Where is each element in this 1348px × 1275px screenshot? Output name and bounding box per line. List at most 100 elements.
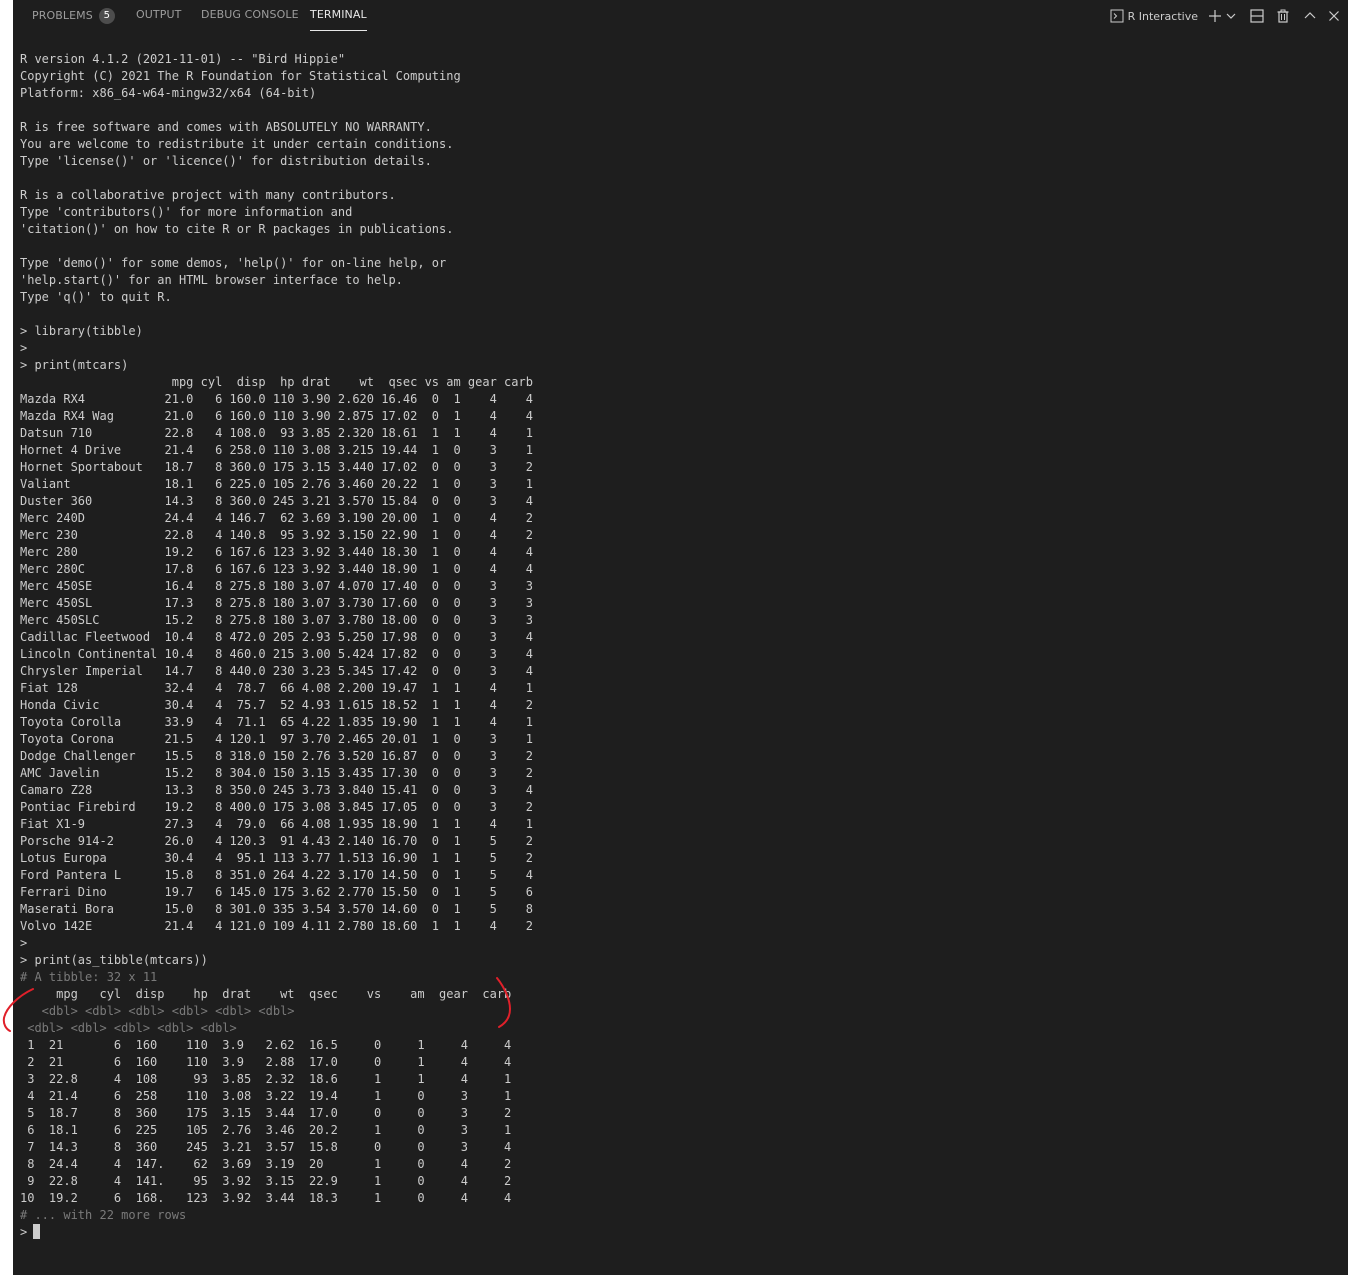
terminal-line: Merc 450SLC 15.2 8 275.8 180 3.07 3.780 … bbox=[20, 613, 533, 627]
terminal-line: > bbox=[20, 936, 28, 950]
close-panel-button[interactable] bbox=[1328, 10, 1340, 22]
terminal-icon bbox=[1110, 9, 1124, 23]
tab-debug-console[interactable]: DEBUG CONSOLE bbox=[201, 8, 299, 30]
close-icon bbox=[1329, 11, 1339, 21]
terminal-line: Hornet 4 Drive 21.4 6 258.0 110 3.08 3.2… bbox=[20, 443, 533, 457]
terminal-line: Merc 280C 17.8 6 167.6 123 3.92 3.440 18… bbox=[20, 562, 533, 576]
terminal-line: R version 4.1.2 (2021-11-01) -- "Bird Hi… bbox=[20, 52, 346, 66]
terminal-line: Duster 360 14.3 8 360.0 245 3.21 3.570 1… bbox=[20, 494, 533, 508]
terminal-line: Hornet Sportabout 18.7 8 360.0 175 3.15 … bbox=[20, 460, 533, 474]
terminal-line: Porsche 914-2 26.0 4 120.3 91 4.43 2.140… bbox=[20, 834, 533, 848]
prompt-line[interactable]: > bbox=[20, 1224, 1340, 1241]
split-terminal-button[interactable] bbox=[1250, 9, 1264, 23]
prompt-symbol: > bbox=[20, 1225, 28, 1239]
terminal-line: Merc 450SL 17.3 8 275.8 180 3.07 3.730 1… bbox=[20, 596, 533, 610]
maximize-panel-button[interactable] bbox=[1304, 10, 1316, 22]
terminal-line: Fiat X1-9 27.3 4 79.0 66 4.08 1.935 18.9… bbox=[20, 817, 533, 831]
terminal-name: R Interactive bbox=[1127, 9, 1198, 23]
tab-label: OUTPUT bbox=[136, 8, 182, 21]
terminal-line: > print(mtcars) bbox=[20, 358, 129, 372]
terminal-line: 'help.start()' for an HTML browser inter… bbox=[20, 273, 403, 287]
terminal-line: Mazda RX4 Wag 21.0 6 160.0 110 3.90 2.87… bbox=[20, 409, 533, 423]
panel-tab-bar: PROBLEMS 5 OUTPUT DEBUG CONSOLE TERMINAL … bbox=[13, 0, 1348, 32]
terminal-line: 2 21 6 160 110 3.9 2.88 17.0 0 1 4 4 bbox=[20, 1055, 512, 1069]
terminal-line: Chrysler Imperial 14.7 8 440.0 230 3.23 … bbox=[20, 664, 533, 678]
tab-terminal[interactable]: TERMINAL bbox=[310, 8, 367, 31]
terminal-line: # ... with 22 more rows bbox=[20, 1208, 187, 1222]
problems-count-badge: 5 bbox=[98, 8, 115, 24]
terminal-line: 4 21.4 6 258 110 3.08 3.22 19.4 1 0 3 1 bbox=[20, 1089, 512, 1103]
chevron-up-icon bbox=[1304, 12, 1316, 19]
terminal-line: > library(tibble) bbox=[20, 324, 143, 338]
terminal-line: R is a collaborative project with many c… bbox=[20, 188, 396, 202]
terminal-line: mpg cyl disp hp drat wt qsec vs am gear … bbox=[20, 375, 533, 389]
terminal-line: Ford Pantera L 15.8 8 351.0 264 4.22 3.1… bbox=[20, 868, 533, 882]
terminal-line: 6 18.1 6 225 105 2.76 3.46 20.2 1 0 3 1 bbox=[20, 1123, 512, 1137]
terminal-line: Merc 450SE 16.4 8 275.8 180 3.07 4.070 1… bbox=[20, 579, 533, 593]
terminal-line: Camaro Z28 13.3 8 350.0 245 3.73 3.840 1… bbox=[20, 783, 533, 797]
terminal-line: mpg cyl disp hp drat wt qsec vs am gear … bbox=[20, 987, 512, 1001]
terminal-output[interactable]: R version 4.1.2 (2021-11-01) -- "Bird Hi… bbox=[20, 51, 1340, 1241]
terminal-line: Type 'demo()' for some demos, 'help()' f… bbox=[20, 256, 447, 270]
terminal-line: 3 22.8 4 108 93 3.85 2.32 18.6 1 1 4 1 bbox=[20, 1072, 512, 1086]
terminal-line: Fiat 128 32.4 4 78.7 66 4.08 2.200 19.47… bbox=[20, 681, 533, 695]
terminal-line: Merc 240D 24.4 4 146.7 62 3.69 3.190 20.… bbox=[20, 511, 533, 525]
terminal-line: 8 24.4 4 147. 62 3.69 3.19 20 1 0 4 2 bbox=[20, 1157, 512, 1171]
terminal-line: <dbl> <dbl> <dbl> <dbl> <dbl> <dbl> bbox=[20, 1004, 295, 1018]
terminal-line: <dbl> <dbl> <dbl> <dbl> <dbl> bbox=[20, 1021, 237, 1035]
terminal-line: Lincoln Continental 10.4 8 460.0 215 3.0… bbox=[20, 647, 533, 661]
terminal-line: AMC Javelin 15.2 8 304.0 150 3.15 3.435 … bbox=[20, 766, 533, 780]
terminal-line: Merc 230 22.8 4 140.8 95 3.92 3.150 22.9… bbox=[20, 528, 533, 542]
terminal-panel: PROBLEMS 5 OUTPUT DEBUG CONSOLE TERMINAL … bbox=[13, 0, 1348, 1275]
terminal-line: Toyota Corona 21.5 4 120.1 97 3.70 2.465… bbox=[20, 732, 533, 746]
new-terminal-button[interactable] bbox=[1208, 9, 1222, 23]
terminal-line: Ferrari Dino 19.7 6 145.0 175 3.62 2.770… bbox=[20, 885, 533, 899]
terminal-line: Type 'q()' to quit R. bbox=[20, 290, 172, 304]
terminal-line: Maserati Bora 15.0 8 301.0 335 3.54 3.57… bbox=[20, 902, 533, 916]
terminal-line: Type 'license()' or 'licence()' for dist… bbox=[20, 154, 432, 168]
plus-icon bbox=[1209, 10, 1221, 22]
terminal-line: 9 22.8 4 141. 95 3.92 3.15 22.9 1 0 4 2 bbox=[20, 1174, 512, 1188]
terminal-line: # A tibble: 32 x 11 bbox=[20, 970, 158, 984]
tab-problems[interactable]: PROBLEMS 5 bbox=[32, 8, 115, 30]
terminal-selector[interactable]: R Interactive bbox=[1110, 9, 1198, 23]
terminal-line: Toyota Corolla 33.9 4 71.1 65 4.22 1.835… bbox=[20, 715, 533, 729]
terminal-line: Datsun 710 22.8 4 108.0 93 3.85 2.320 18… bbox=[20, 426, 533, 440]
terminal-line: 5 18.7 8 360 175 3.15 3.44 17.0 0 0 3 2 bbox=[20, 1106, 512, 1120]
chevron-down-icon bbox=[1226, 13, 1236, 19]
terminal-line: Cadillac Fleetwood 10.4 8 472.0 205 2.93… bbox=[20, 630, 533, 644]
terminal-line: Valiant 18.1 6 225.0 105 2.76 3.460 20.2… bbox=[20, 477, 533, 491]
tab-label: PROBLEMS bbox=[32, 9, 93, 22]
terminal-line: Honda Civic 30.4 4 75.7 52 4.93 1.615 18… bbox=[20, 698, 533, 712]
terminal-line: Lotus Europa 30.4 4 95.1 113 3.77 1.513 … bbox=[20, 851, 533, 865]
tab-output[interactable]: OUTPUT bbox=[136, 8, 181, 30]
terminal-line: R is free software and comes with ABSOLU… bbox=[20, 120, 432, 134]
terminal-line: Merc 280 19.2 6 167.6 123 3.92 3.440 18.… bbox=[20, 545, 533, 559]
tab-label: TERMINAL bbox=[310, 8, 367, 21]
terminal-line: Platform: x86_64-w64-mingw32/x64 (64-bit… bbox=[20, 86, 317, 100]
terminal-line: Type 'contributors()' for more informati… bbox=[20, 205, 353, 219]
terminal-line: Mazda RX4 21.0 6 160.0 110 3.90 2.620 16… bbox=[20, 392, 533, 406]
terminal-line: 10 19.2 6 168. 123 3.92 3.44 18.3 1 0 4 … bbox=[20, 1191, 512, 1205]
terminal-line: 'citation()' on how to cite R or R packa… bbox=[20, 222, 454, 236]
panel-actions: R Interactive bbox=[1100, 6, 1340, 26]
kill-terminal-button[interactable] bbox=[1276, 9, 1290, 23]
split-icon bbox=[1250, 9, 1264, 23]
tab-label: DEBUG CONSOLE bbox=[201, 8, 299, 21]
trash-icon bbox=[1277, 9, 1289, 23]
terminal-line: Dodge Challenger 15.5 8 318.0 150 2.76 3… bbox=[20, 749, 533, 763]
terminal-line: Copyright (C) 2021 The R Foundation for … bbox=[20, 69, 461, 83]
launch-profile-button[interactable] bbox=[1226, 11, 1236, 21]
terminal-line: You are welcome to redistribute it under… bbox=[20, 137, 454, 151]
terminal-line: 1 21 6 160 110 3.9 2.62 16.5 0 1 4 4 bbox=[20, 1038, 512, 1052]
terminal-line: Pontiac Firebird 19.2 8 400.0 175 3.08 3… bbox=[20, 800, 533, 814]
terminal-line: > print(as_tibble(mtcars)) bbox=[20, 953, 208, 967]
text-cursor bbox=[33, 1224, 41, 1239]
terminal-line: Volvo 142E 21.4 4 121.0 109 4.11 2.780 1… bbox=[20, 919, 533, 933]
terminal-line: 7 14.3 8 360 245 3.21 3.57 15.8 0 0 3 4 bbox=[20, 1140, 512, 1154]
terminal-line: > bbox=[20, 341, 28, 355]
